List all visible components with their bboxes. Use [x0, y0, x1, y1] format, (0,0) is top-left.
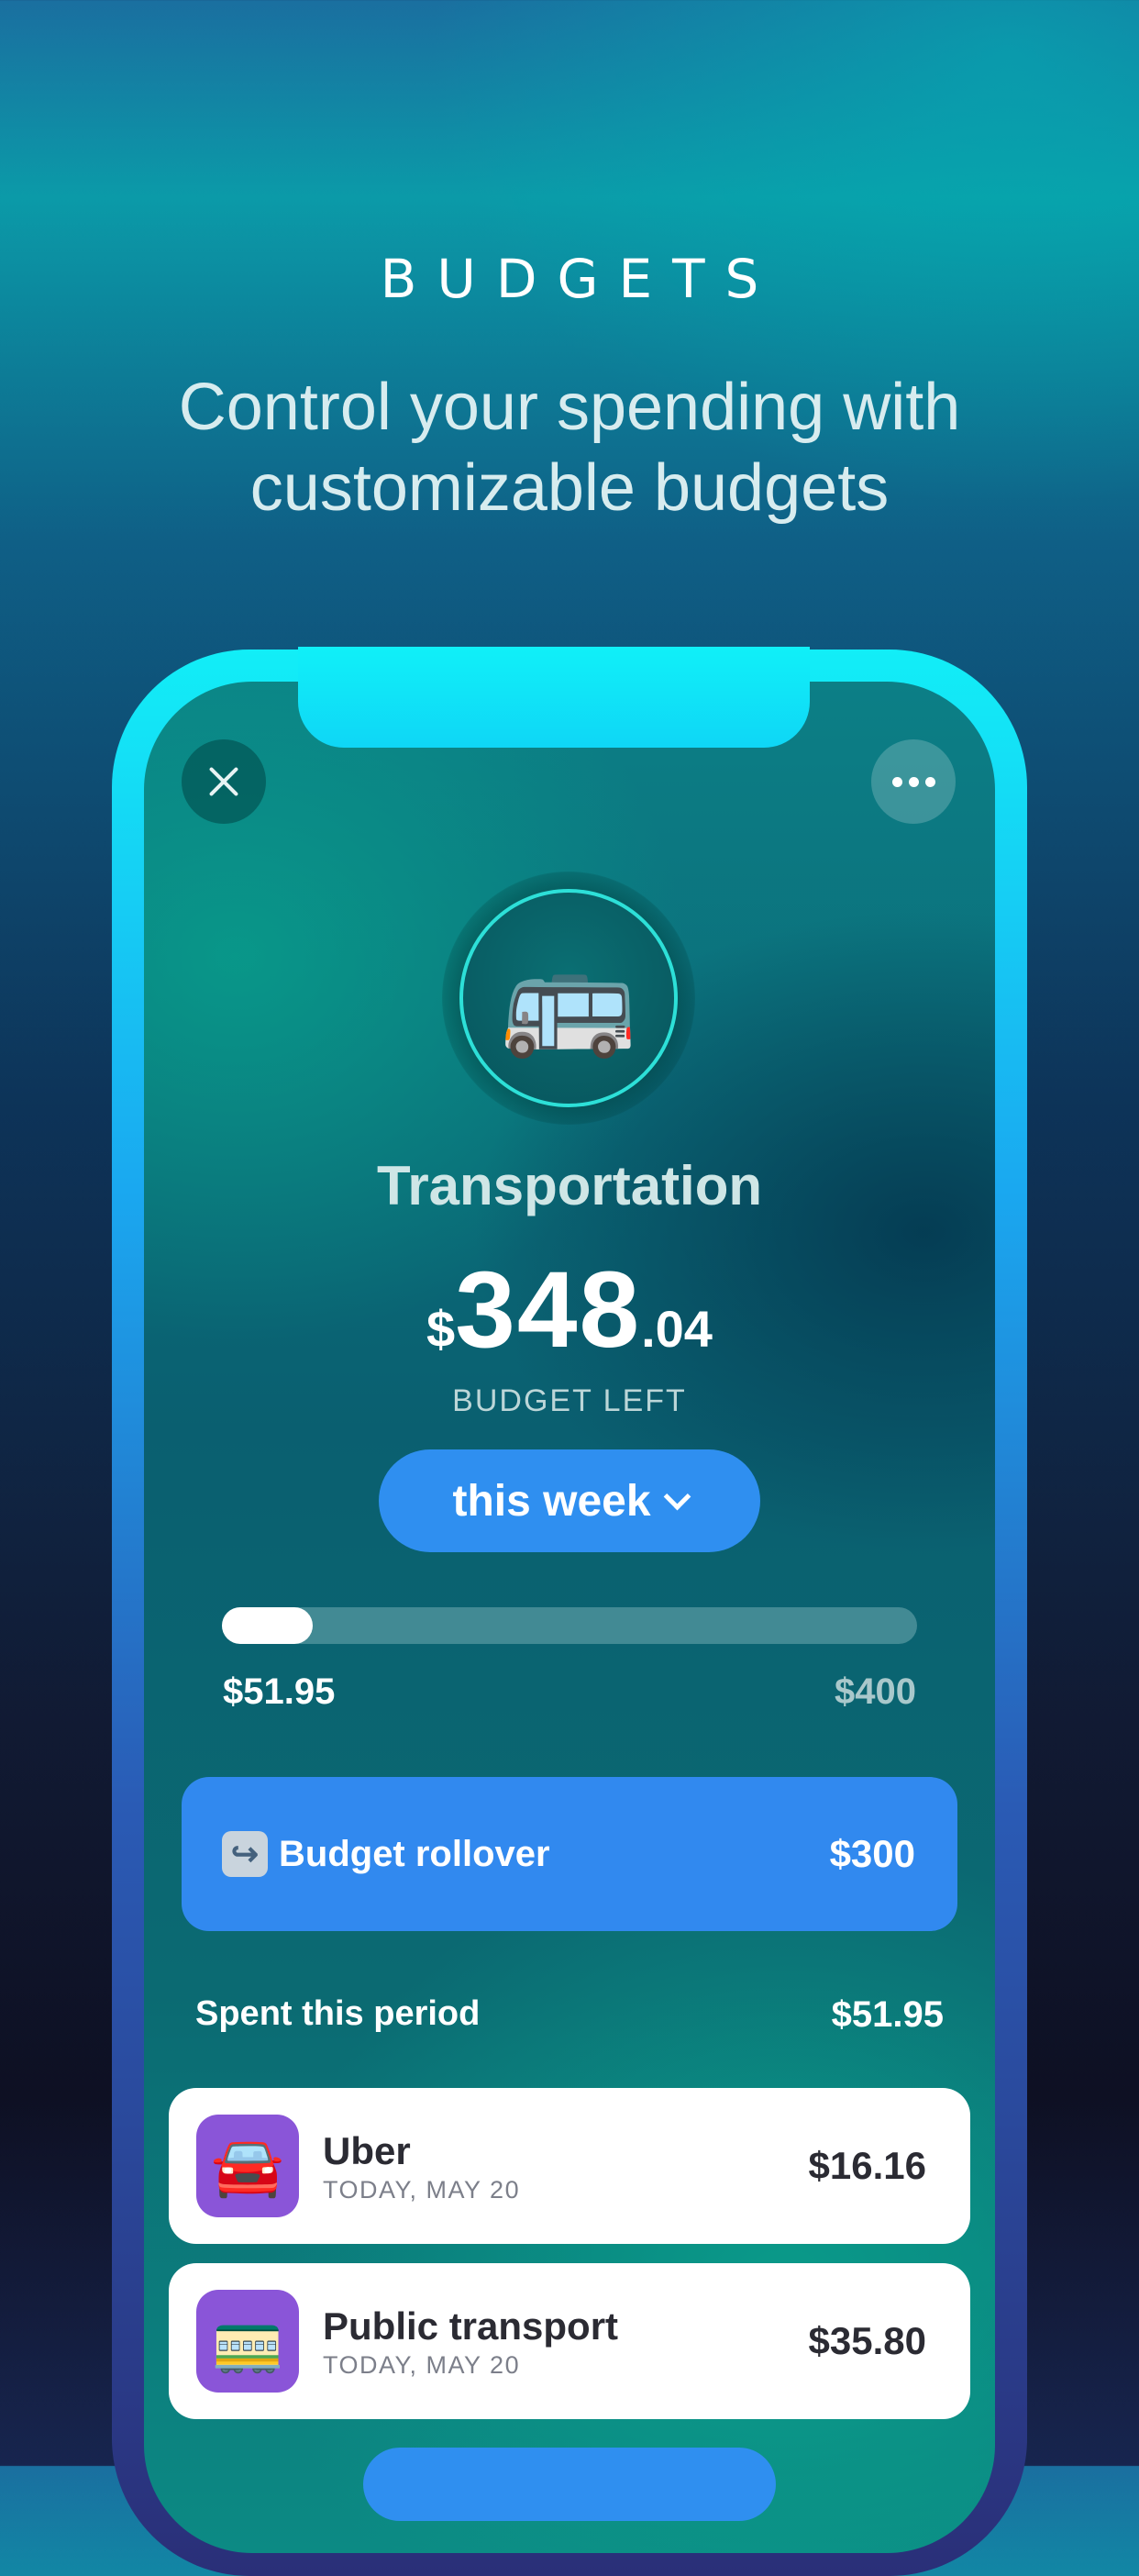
bottom-action-button[interactable]: [363, 2448, 776, 2521]
transaction-text: Uber TODAY, MAY 20: [323, 2128, 809, 2204]
promo-subtitle: Control your spending with customizable …: [0, 367, 1139, 528]
amount-cents: .04: [641, 1300, 713, 1358]
car-icon: 🚘: [196, 2115, 299, 2217]
period-label: this week: [452, 1476, 651, 1526]
promo-subtitle-line2: customizable budgets: [249, 451, 890, 525]
budget-progress-fill: [222, 1607, 313, 1644]
more-dots-icon: [891, 776, 935, 787]
rollover-arrow-icon: ↪: [222, 1831, 268, 1877]
period-selector-button[interactable]: this week: [379, 1449, 760, 1552]
phone-notch: [298, 647, 810, 748]
rollover-label: Budget rollover: [279, 1833, 550, 1874]
transaction-name: Public transport: [323, 2304, 619, 2348]
progress-total-value: $400: [835, 1671, 916, 1712]
spent-period-label: Spent this period: [195, 1994, 481, 2033]
transaction-amount: $35.80: [808, 2319, 926, 2362]
more-options-button[interactable]: [871, 739, 956, 824]
transaction-date: TODAY, MAY 20: [323, 2175, 521, 2204]
budget-left-amount: $348.04: [0, 1248, 1139, 1372]
budget-rollover-card[interactable]: ↪ Budget rollover $300: [182, 1777, 957, 1931]
tram-icon: 🚃: [196, 2290, 299, 2393]
rollover-left: ↪ Budget rollover: [222, 1831, 550, 1877]
rollover-amount: $300: [829, 1832, 915, 1875]
promo-subtitle-line1: Control your spending with: [178, 371, 961, 444]
budget-progress-bar: [222, 1607, 917, 1644]
spent-period-amount: $51.95: [831, 1994, 944, 2035]
bus-icon: 🚌: [459, 889, 678, 1107]
budget-left-caption: BUDGET LEFT: [452, 1383, 687, 1418]
chevron-down-icon: [663, 1482, 691, 1510]
transaction-date: TODAY, MAY 20: [323, 2350, 521, 2379]
close-icon: [206, 764, 241, 799]
transaction-amount: $16.16: [808, 2144, 926, 2187]
progress-spent-value: $51.95: [223, 1671, 336, 1712]
transaction-name: Uber: [323, 2128, 411, 2172]
amount-whole: 348: [455, 1249, 642, 1371]
transaction-row[interactable]: 🚘 Uber TODAY, MAY 20 $16.16: [169, 2088, 970, 2244]
category-emoji-ring: 🚌: [442, 872, 695, 1125]
close-button[interactable]: [182, 739, 266, 824]
promo-title: BUDGETS: [380, 248, 780, 310]
transaction-row[interactable]: 🚃 Public transport TODAY, MAY 20 $35.80: [169, 2263, 970, 2419]
transaction-text: Public transport TODAY, MAY 20: [323, 2304, 809, 2380]
amount-currency: $: [426, 1300, 456, 1358]
category-title: Transportation: [376, 1155, 763, 1216]
